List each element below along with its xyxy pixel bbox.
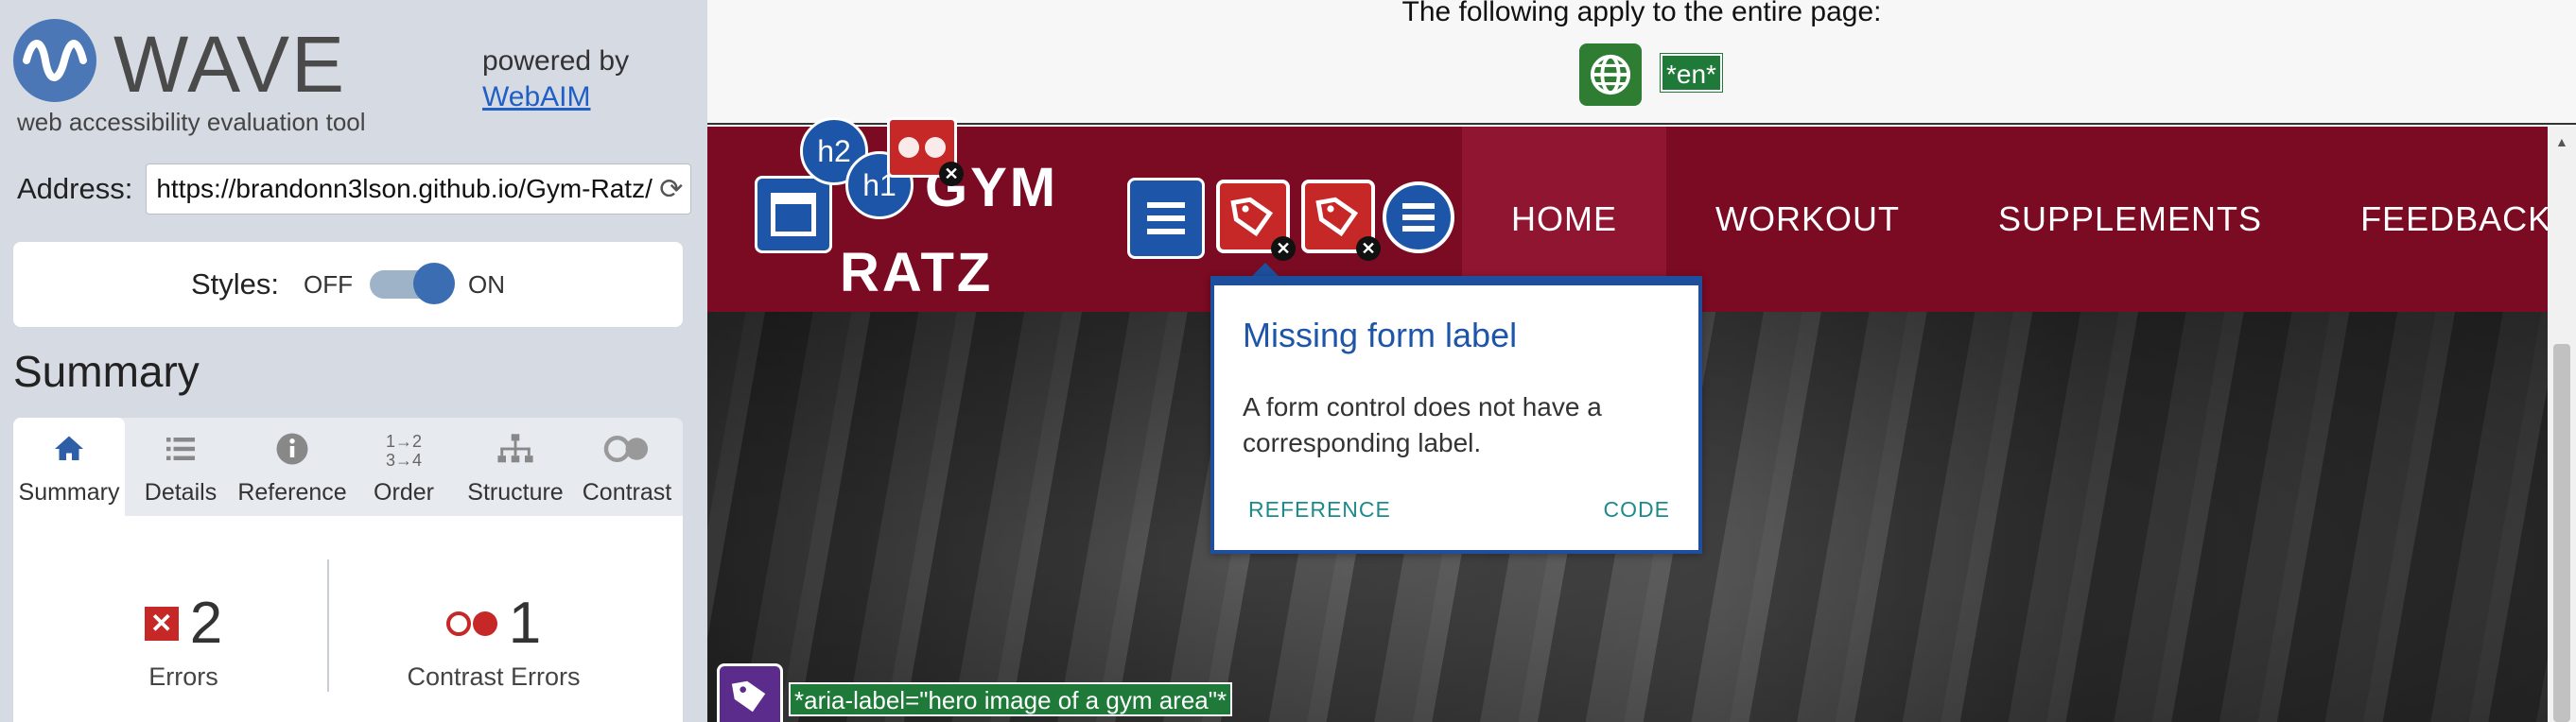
list-icon	[164, 432, 198, 470]
error-image-icon[interactable]: ✕	[887, 117, 964, 186]
wave-tabs: Summary Details Reference 1→2 3→4 Order S…	[13, 418, 683, 516]
wave-sidebar: WAVE web accessibility evaluation tool p…	[0, 0, 707, 722]
page-preview: The following apply to the entire page: …	[707, 0, 2576, 722]
webaim-link[interactable]: WebAIM	[482, 79, 629, 115]
unordered-list-icon[interactable]	[1383, 181, 1454, 253]
missing-label-tag-icon[interactable]: ✕	[1216, 180, 1296, 261]
nav-feedback[interactable]: FEEDBACK	[2311, 127, 2576, 312]
contrast-errors-label: Contrast Errors	[407, 662, 581, 691]
tab-label: Reference	[237, 479, 347, 506]
styles-toggle-card: Styles: OFF ON	[13, 242, 683, 327]
address-input[interactable]: https://brandonn3lson.github.io/Gym-Ratz…	[146, 163, 691, 215]
tab-label: Summary	[18, 479, 120, 506]
tooltip-reference-link[interactable]: REFERENCE	[1248, 497, 1391, 523]
order-icon: 1→2 3→4	[385, 432, 423, 470]
scroll-up-icon[interactable]: ▲	[2555, 134, 2568, 149]
powered-by-text: powered by	[482, 45, 630, 77]
tooltip-body: A form control does not have a correspon…	[1243, 392, 1602, 457]
tab-label: Contrast	[582, 479, 672, 506]
language-globe-icon[interactable]	[1579, 43, 1642, 106]
aria-label-icon[interactable]	[717, 663, 783, 722]
missing-label-tooltip: Missing form label A form control does n…	[1210, 276, 1702, 554]
nav-region-icon[interactable]	[1127, 178, 1205, 259]
page-scrollbar[interactable]: ▲	[2548, 127, 2576, 722]
summary-panel: ✕ 2 Errors 1 Contrast Errors	[13, 516, 683, 722]
tab-label: Structure	[467, 479, 564, 506]
address-row: Address: https://brandonn3lson.github.io…	[17, 163, 691, 215]
errors-stat[interactable]: ✕ 2 Errors	[32, 590, 335, 692]
document-note: The following apply to the entire page:	[1401, 0, 1882, 27]
nav-supplements[interactable]: SUPPLEMENTS	[1949, 127, 2311, 312]
address-value[interactable]: https://brandonn3lson.github.io/Gym-Ratz…	[156, 174, 653, 204]
styles-off-label: OFF	[304, 269, 354, 299]
contrast-error-icon	[445, 610, 497, 636]
toggle-knob[interactable]	[413, 263, 456, 304]
wave-logo-text: WAVE	[113, 20, 347, 109]
tab-details[interactable]: Details	[125, 418, 236, 516]
home-icon	[52, 432, 86, 470]
error-x-icon: ✕	[1271, 236, 1296, 261]
wave-tagline: web accessibility evaluation tool	[17, 108, 366, 136]
errors-count: 2	[189, 591, 223, 656]
tab-label: Order	[374, 479, 434, 506]
errors-label: Errors	[148, 662, 218, 691]
tab-label: Details	[144, 479, 218, 506]
wave-logo-icon	[13, 19, 96, 102]
styles-on-label: ON	[468, 269, 506, 299]
contrast-errors-count: 1	[508, 591, 542, 656]
tab-contrast[interactable]: Contrast	[571, 418, 683, 516]
language-tag: *en*	[1660, 53, 1723, 93]
summary-heading: Summary	[13, 347, 200, 396]
styles-label: Styles:	[190, 267, 280, 301]
tab-reference[interactable]: Reference	[236, 418, 348, 516]
reload-icon[interactable]: ⟳	[653, 173, 690, 206]
error-x-icon: ✕	[1356, 236, 1381, 261]
header-region-icon[interactable]	[755, 176, 832, 253]
tab-structure[interactable]: Structure	[460, 418, 571, 516]
tab-summary[interactable]: Summary	[13, 418, 125, 516]
error-x-icon: ✕	[939, 162, 964, 186]
tooltip-code-link[interactable]: CODE	[1604, 497, 1670, 523]
document-level-bar: The following apply to the entire page: …	[707, 0, 2576, 125]
contrast-errors-stat[interactable]: 1 Contrast Errors	[342, 590, 645, 692]
address-label: Address:	[17, 172, 133, 205]
nav-workout[interactable]: WORKOUT	[1666, 127, 1949, 312]
error-icon: ✕	[144, 606, 179, 641]
info-icon	[275, 432, 309, 470]
tooltip-title: Missing form label	[1243, 316, 1518, 354]
structure-icon	[496, 432, 534, 470]
scroll-thumb[interactable]	[2553, 344, 2570, 722]
missing-label-tag-icon[interactable]: ✕	[1301, 180, 1381, 261]
styles-toggle[interactable]	[370, 263, 456, 304]
aria-label-text: *aria-label="hero image of a gym area"*	[789, 682, 1233, 716]
powered-by: powered by WebAIM	[482, 43, 629, 115]
stat-divider	[327, 559, 329, 692]
brand-line-2: RATZ	[840, 242, 994, 303]
contrast-icon	[603, 432, 651, 470]
tab-order[interactable]: 1→2 3→4 Order	[348, 418, 460, 516]
